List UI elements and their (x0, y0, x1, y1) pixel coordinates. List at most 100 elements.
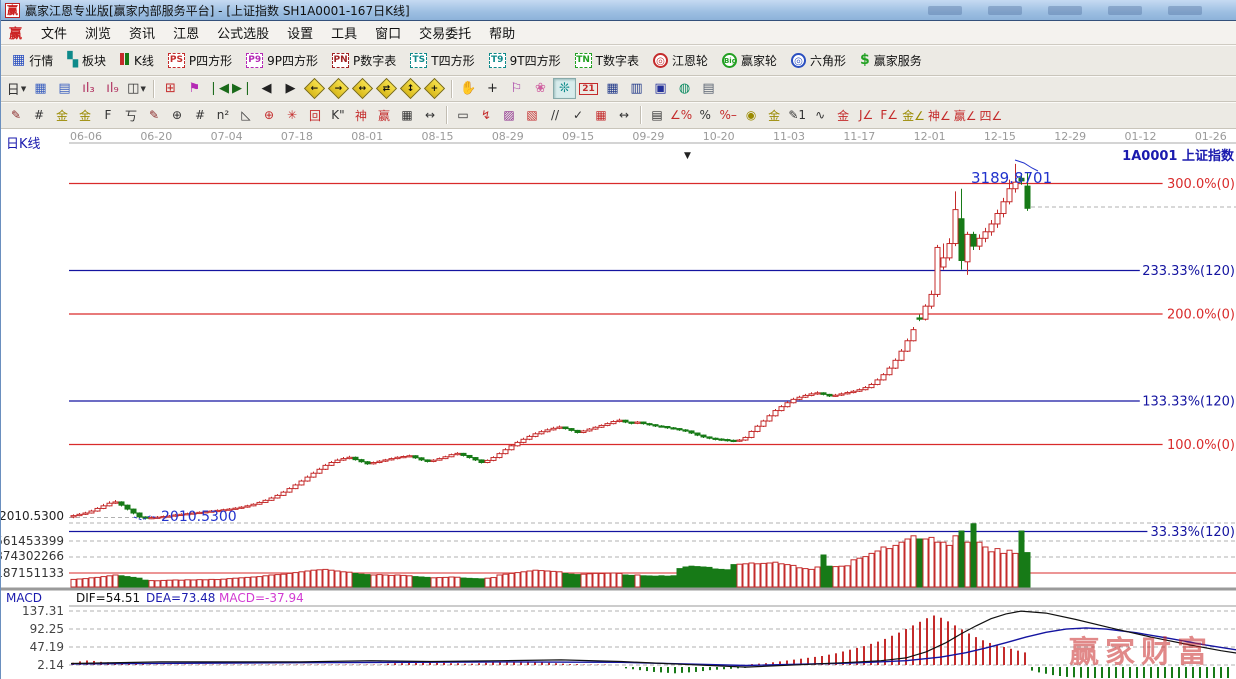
protractor-tool[interactable]: ◺ (235, 105, 257, 126)
hash-grid-tool[interactable]: # (28, 105, 50, 126)
hand-tool[interactable]: ✋ (457, 78, 480, 99)
quotes-button[interactable]: ▦行情 (5, 48, 60, 73)
parallel-lines-tool[interactable]: // (544, 105, 566, 126)
first-bar-button[interactable]: ❘◀ (207, 78, 230, 99)
gann-grid-icon[interactable]: ⊞ (159, 78, 182, 99)
web-icon[interactable]: ◍ (673, 78, 696, 99)
palette-tool[interactable]: ❀ (529, 78, 552, 99)
volume-bar (977, 542, 982, 587)
macd-indicator-name[interactable]: MACD (6, 591, 42, 605)
p-square-button[interactable]: PSP四方形 (161, 48, 239, 73)
menu-item-4[interactable]: 江恩 (164, 21, 208, 44)
pen-1-tool[interactable]: ✎1 (786, 105, 808, 126)
pen-tool[interactable]: ✎ (5, 105, 27, 126)
net-grid-icon[interactable]: ▦ (29, 78, 52, 99)
chart-3-icon[interactable]: ıl₃ (77, 78, 100, 99)
menu-item-7[interactable]: 工具 (322, 21, 366, 44)
chart-9-icon[interactable]: ıl₉ (101, 78, 124, 99)
gold-red-tool[interactable]: 金 (832, 105, 854, 126)
9p-square-button[interactable]: P99P四方形 (239, 48, 325, 73)
color-chart-icon[interactable]: ⚑ (183, 78, 206, 99)
next-bar-button[interactable]: ▶ (279, 78, 302, 99)
rect-x2-tool[interactable]: ▧ (521, 105, 543, 126)
gann-wheel-button[interactable]: ◎江恩轮 (646, 48, 715, 73)
crosshair-tool[interactable]: + (481, 78, 504, 99)
flag-mark-tool[interactable]: ⚐ (505, 78, 528, 99)
n2-tool[interactable]: n² (212, 105, 234, 126)
menu-item-9[interactable]: 交易委托 (410, 21, 480, 44)
winner-service-button[interactable]: $赢家服务 (853, 48, 929, 73)
hook-tool[interactable]: 丂 (120, 105, 142, 126)
f-grid-tool[interactable]: F (97, 105, 119, 126)
title-bar[interactable]: 赢 赢家江恩专业版[赢家内部服务平台] - [上证指数 SH1A0001-167… (1, 0, 1236, 21)
pan-left-diamond[interactable]: ← (303, 78, 326, 99)
expand-v-diamond[interactable]: ↕ (399, 78, 422, 99)
t-square-button[interactable]: TST四方形 (403, 48, 481, 73)
candle-body (593, 427, 598, 429)
gold-line-tool[interactable]: 金 (763, 105, 785, 126)
gold-circle-tool[interactable]: ◉ (740, 105, 762, 126)
grid-123-tool[interactable]: ▦ (396, 105, 418, 126)
menu-item-5[interactable]: 公式选股 (208, 21, 278, 44)
menu-item-6[interactable]: 设置 (278, 21, 322, 44)
menu-item-1[interactable]: 文件 (32, 21, 76, 44)
winner-wheel-button[interactable]: Big赢家轮 (715, 48, 784, 73)
last-bar-button[interactable]: ▶❘ (231, 78, 254, 99)
shen-angle-tool[interactable]: 神∠ (927, 105, 952, 126)
calculator-icon[interactable]: ▦ (601, 78, 624, 99)
dense-grid-tool[interactable]: ▦ (590, 105, 612, 126)
percent-tool[interactable]: % (694, 105, 716, 126)
candle-type-dropdown[interactable]: ◫▼ (125, 78, 148, 99)
gold-grid-2-tool[interactable]: 金 (74, 105, 96, 126)
print-icon[interactable]: ▤ (697, 78, 720, 99)
expand-h-diamond[interactable]: ↔ (351, 78, 374, 99)
menu-item-10[interactable]: 帮助 (480, 21, 524, 44)
kline-button[interactable]: K线 (113, 48, 161, 73)
wheel-tool[interactable]: ✳ (281, 105, 303, 126)
gold-grid-1-tool[interactable]: 金 (51, 105, 73, 126)
clipboard-icon[interactable]: ▤ (53, 78, 76, 99)
k-quote-tool[interactable]: K" (327, 105, 349, 126)
notes-icon[interactable]: ▥ (625, 78, 648, 99)
compass-tool[interactable]: ⊕ (166, 105, 188, 126)
menu-item-2[interactable]: 浏览 (76, 21, 120, 44)
t-table-button[interactable]: TNT数字表 (568, 48, 646, 73)
chart-area[interactable]: 06-0606-2007-0407-1808-0108-1508-2909-15… (1, 129, 1236, 678)
ying-angle-tool[interactable]: 赢∠ (953, 105, 978, 126)
calendar-icon[interactable]: 21 (577, 78, 600, 99)
angle-percent-tool[interactable]: ∠% (669, 105, 693, 126)
compress-h-diamond[interactable]: ⇄ (375, 78, 398, 99)
gold-angle-tool[interactable]: 金∠ (901, 105, 926, 126)
volume-bar (89, 578, 94, 587)
p-table-button[interactable]: PNP数字表 (325, 48, 403, 73)
box-spiral-tool[interactable]: 回 (304, 105, 326, 126)
percent-line-tool[interactable]: %– (717, 105, 739, 126)
sectors-button[interactable]: ▚板块 (60, 48, 113, 73)
rect-tool[interactable]: ▭ (452, 105, 474, 126)
shen-grid-tool[interactable]: 神 (350, 105, 372, 126)
kline-period-dropdown[interactable]: 日▼ (5, 78, 28, 99)
hexagon-button[interactable]: ◎六角形 (784, 48, 853, 73)
check-tool[interactable]: ✓ (567, 105, 589, 126)
stretch-h2-tool[interactable]: ↔ (613, 105, 635, 126)
pen-2-tool[interactable]: ✎ (143, 105, 165, 126)
ying-grid-tool[interactable]: 赢 (373, 105, 395, 126)
f-angle-tool[interactable]: F∠ (878, 105, 900, 126)
hash-2-tool[interactable]: # (189, 105, 211, 126)
stretch-h-tool[interactable]: ↔ (419, 105, 441, 126)
wave-tool[interactable]: ∿ (809, 105, 831, 126)
menu-item-8[interactable]: 窗口 (366, 21, 410, 44)
save-icon[interactable]: ▣ (649, 78, 672, 99)
rect-x1-tool[interactable]: ▨ (498, 105, 520, 126)
prev-bar-button[interactable]: ◀ (255, 78, 278, 99)
percent-table-tool[interactable]: ▤ (646, 105, 668, 126)
reset-zoom-diamond[interactable]: + (423, 78, 446, 99)
si-angle-tool[interactable]: 四∠ (978, 105, 1003, 126)
circle-cross-tool[interactable]: ⊕ (258, 105, 280, 126)
9t-square-button[interactable]: T99T四方形 (482, 48, 568, 73)
fan-lines-tool[interactable]: ↯ (475, 105, 497, 126)
j-angle-tool[interactable]: J∠ (855, 105, 877, 126)
menu-item-3[interactable]: 资讯 (120, 21, 164, 44)
analysis-tool[interactable]: ❊ (553, 78, 576, 99)
pan-right-diamond[interactable]: → (327, 78, 350, 99)
